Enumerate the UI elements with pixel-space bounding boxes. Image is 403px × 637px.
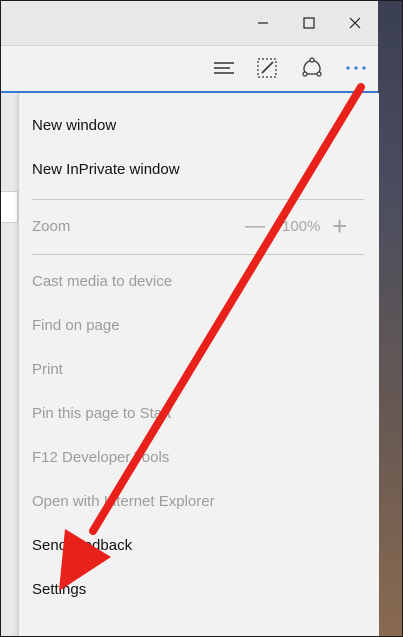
menu-item-zoom: Zoom — 100% + [32,211,362,241]
minimize-button[interactable] [240,1,286,45]
share-button[interactable] [296,52,328,84]
close-button[interactable] [332,1,378,45]
menu-item-send-feedback[interactable]: Send feedback [32,530,362,560]
more-actions-icon [346,66,366,70]
menu-item-pin-to-start[interactable]: Pin this page to Start [32,398,362,428]
zoom-label: Zoom [32,217,71,235]
menu-item-print[interactable]: Print [32,354,362,384]
maximize-button[interactable] [286,1,332,45]
maximize-icon [303,17,315,29]
web-note-button[interactable] [251,52,283,84]
menu-divider [32,199,364,200]
web-note-icon [257,58,277,78]
title-bar [1,1,378,46]
close-icon [349,17,361,29]
hub-button[interactable] [208,52,240,84]
menu-item-f12-developer-tools[interactable]: F12 Developer Tools [32,442,362,472]
browser-window: New window New InPrivate window Zoom — 1… [0,0,403,637]
more-actions-button[interactable] [340,52,372,84]
minimize-icon [258,22,268,24]
zoom-in-button[interactable]: + [332,211,347,241]
zoom-out-button[interactable]: — [245,211,271,241]
page-input-fragment [1,191,18,223]
hub-icon [214,62,234,74]
more-actions-menu: New window New InPrivate window Zoom — 1… [18,93,379,636]
share-icon [302,57,322,77]
menu-divider [32,254,364,255]
menu-item-cast-media[interactable]: Cast media to device [32,266,362,296]
menu-item-find-on-page[interactable]: Find on page [32,310,362,340]
menu-item-open-with-ie[interactable]: Open with Internet Explorer [32,486,362,516]
browser-toolbar [1,46,378,93]
menu-item-new-window[interactable]: New window [32,110,362,140]
desktop-wallpaper [378,1,402,636]
zoom-level: 100% [282,217,321,235]
menu-item-settings[interactable]: Settings [32,574,362,604]
menu-item-new-inprivate-window[interactable]: New InPrivate window [32,154,362,184]
